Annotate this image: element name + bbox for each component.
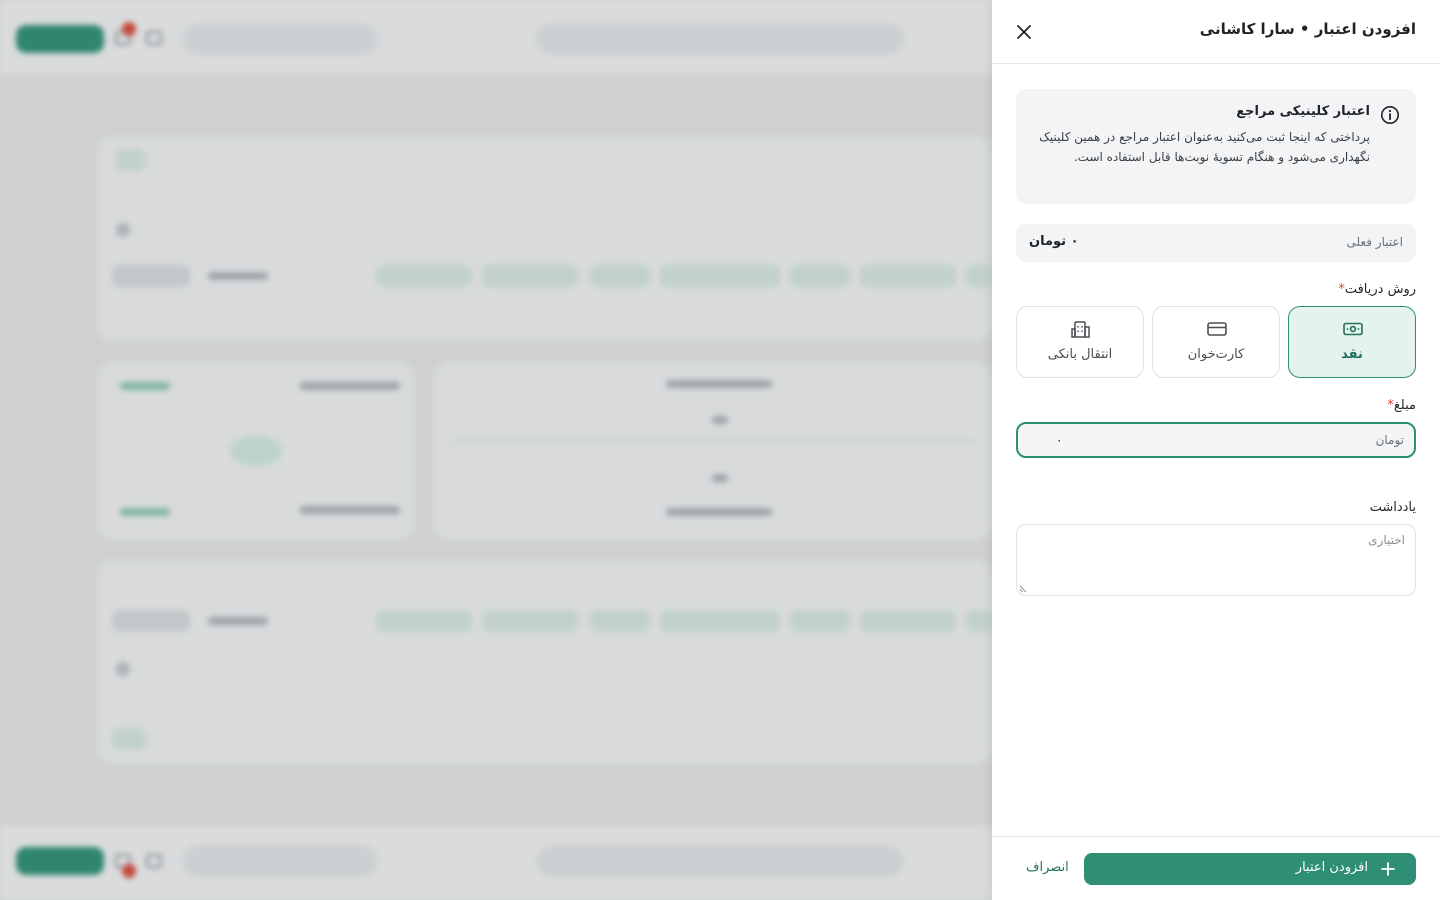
payment-method-label: کارت‌خوان [1187,347,1245,362]
modal-backdrop[interactable] [0,0,992,900]
current-credit-row: اعتبار فعلی ۰ تومان [1016,224,1416,262]
amount-unit: تومان [1375,433,1404,447]
payment-method-label: نقد [1341,347,1363,362]
info-circle-icon [1381,106,1399,124]
payment-method-label: انتقال بانکی [1047,347,1113,362]
drawer-title: افزودن اعتبار • سارا کاشانی [1199,20,1416,38]
plus-icon [1381,862,1395,876]
cancel-button[interactable]: انصراف [1026,860,1069,875]
close-button[interactable] [1012,20,1036,44]
payment-method-label-text: روش دریافت [1344,282,1416,297]
note-textarea[interactable]: اختیاری [1016,524,1416,596]
payment-method-card[interactable]: کارت‌خوان [1152,306,1280,378]
amount-label: مبلغ* [1384,398,1416,413]
amount-value[interactable]: ۰ [1056,433,1062,447]
drawer-footer: افزودن اعتبار انصراف [992,836,1440,900]
add-credit-drawer: افزودن اعتبار • سارا کاشانی اعتبار کلینی… [992,0,1440,900]
payment-method-cash[interactable]: نقد [1288,306,1416,378]
info-text: پرداختی که اینجا ثبت می‌کنید به‌عنوان اع… [1039,130,1370,164]
drawer-header: افزودن اعتبار • سارا کاشانی [992,0,1440,64]
info-title: اعتبار کلینیکی مراجع [1236,104,1370,119]
note-placeholder: اختیاری [1368,533,1405,547]
note-label: یادداشت [1369,500,1416,515]
payment-method-bank[interactable]: انتقال بانکی [1016,306,1144,378]
amount-input[interactable]: تومان ۰ [1016,422,1416,458]
credit-card-icon [1207,322,1227,336]
amount-label-text: مبلغ [1393,398,1416,413]
close-icon [1017,25,1031,39]
info-box: اعتبار کلینیکی مراجع پرداختی که اینجا ثب… [1016,89,1416,204]
cash-icon [1343,322,1363,336]
current-credit-label: اعتبار فعلی [1346,235,1403,249]
resize-grip-icon[interactable] [1019,585,1027,593]
add-credit-button[interactable]: افزودن اعتبار [1084,853,1416,885]
bank-building-icon [1071,321,1090,338]
add-credit-button-label: افزودن اعتبار [1295,860,1368,875]
current-credit-value: ۰ تومان [1029,234,1079,249]
payment-method-label: روش دریافت* [1335,282,1416,297]
